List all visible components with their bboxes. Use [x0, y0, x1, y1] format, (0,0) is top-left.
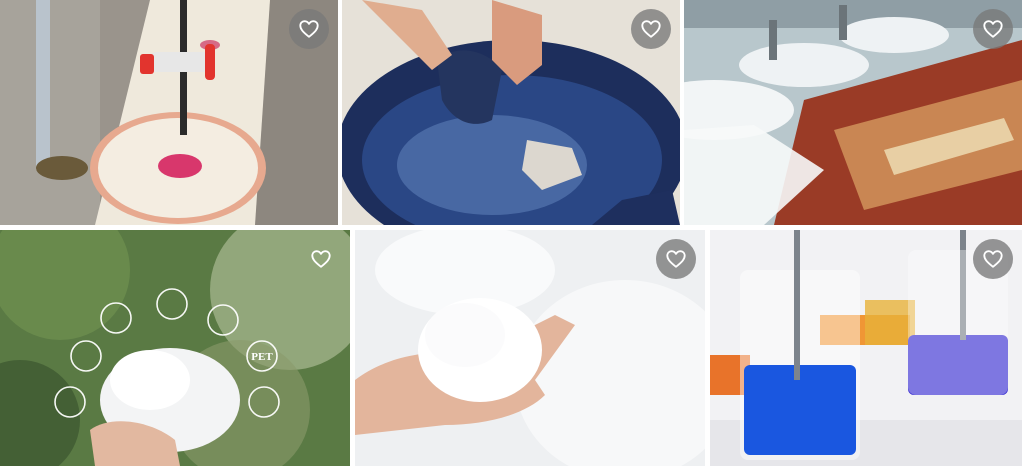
favorite-button[interactable]: [289, 9, 329, 49]
favorite-button[interactable]: [973, 9, 1013, 49]
heart-outline-icon: [666, 250, 686, 268]
heart-outline-icon: [311, 250, 331, 268]
gallery-tile-fabric-drop-test[interactable]: [0, 0, 338, 225]
favorite-button[interactable]: [656, 239, 696, 279]
favorite-button[interactable]: [973, 239, 1013, 279]
heart-outline-icon: [641, 20, 661, 38]
gallery-tile-dye-beakers[interactable]: [710, 230, 1022, 466]
polyester-fiberfill-hand-image: [355, 230, 705, 466]
pet-badge-label: PET: [251, 351, 273, 363]
image-gallery: PET: [0, 0, 1022, 466]
favorite-button[interactable]: [631, 9, 671, 49]
fabric-drop-test-image: [0, 0, 338, 225]
gallery-tile-denim-washing[interactable]: [342, 0, 680, 225]
gallery-tile-recycled-fiber-icons[interactable]: PET: [0, 230, 350, 466]
recycled-fiber-icons-image: PET: [0, 230, 350, 466]
heart-outline-icon: [299, 20, 319, 38]
denim-washing-image: [342, 0, 680, 225]
heart-outline-icon: [983, 250, 1003, 268]
gallery-tile-polyester-fiberfill-hand[interactable]: [355, 230, 705, 466]
heart-outline-icon: [983, 20, 1003, 38]
gallery-tile-carpet-cleaning-machine[interactable]: [684, 0, 1022, 225]
carpet-cleaning-machine-image: [684, 0, 1022, 225]
favorite-button[interactable]: [301, 239, 341, 279]
